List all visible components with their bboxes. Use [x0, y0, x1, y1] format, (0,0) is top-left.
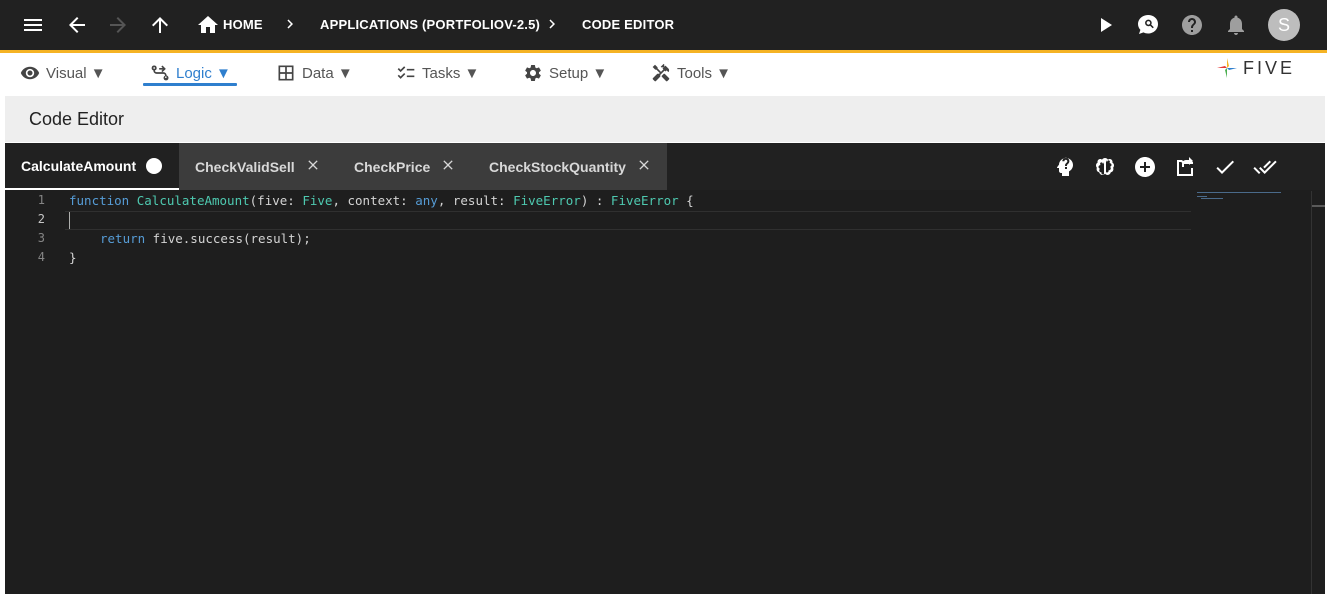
code-line-1[interactable]: function CalculateAmount(five: Five, con…: [69, 193, 694, 208]
menu-icon[interactable]: [21, 13, 45, 37]
brain-icon[interactable]: [1093, 155, 1117, 179]
code-token-type: Five: [302, 193, 333, 208]
code-token: ) :: [580, 193, 611, 208]
double-check-icon[interactable]: [1253, 155, 1277, 179]
code-minimap[interactable]: [1197, 191, 1309, 211]
five-logo: FIVE: [1215, 55, 1307, 81]
tab-label: CalculateAmount: [21, 157, 137, 174]
text-cursor: [69, 212, 70, 229]
menu-data-label: Data ▼: [302, 64, 353, 82]
ai-help-icon[interactable]: [1053, 155, 1077, 179]
code-token-type: FiveError: [610, 193, 679, 208]
menu-setup-label: Setup ▼: [549, 64, 608, 82]
code-line-4[interactable]: }: [69, 250, 77, 265]
menu-tools-label: Tools ▼: [677, 64, 732, 82]
tab-label: CheckPrice: [354, 158, 431, 175]
logo-text: FIVE: [1243, 57, 1296, 78]
eye-icon: [20, 66, 40, 80]
tab-check-price[interactable]: CheckPrice: [339, 143, 474, 190]
close-icon[interactable]: [440, 157, 456, 176]
add-circle-icon[interactable]: [1133, 155, 1157, 179]
table-icon: [278, 65, 294, 81]
unsaved-dot-icon[interactable]: [146, 157, 163, 174]
tab-check-valid-sell[interactable]: CheckValidSell: [179, 143, 339, 190]
breadcrumb-applications[interactable]: APPLICATIONS (PORTFOLIOV-2.5): [320, 17, 540, 32]
forward-arrow-icon[interactable]: [106, 13, 130, 37]
menu-tasks-label: Tasks ▼: [422, 64, 480, 82]
breadcrumb-code-editor[interactable]: CODE EDITOR: [582, 17, 674, 32]
vertical-scrollbar[interactable]: [1311, 191, 1325, 594]
menu-logic[interactable]: Logic ▼: [150, 61, 231, 85]
bell-icon[interactable]: [1224, 13, 1248, 37]
code-editor[interactable]: CalculateAmount CheckValidSell CheckPric…: [5, 143, 1325, 594]
code-token: , context:: [332, 193, 416, 208]
code-token-type: any: [415, 193, 438, 208]
check-icon[interactable]: [1213, 155, 1237, 179]
line-number: 3: [37, 231, 45, 245]
scrollbar-thumb[interactable]: [1312, 205, 1325, 207]
main-menu-bar: Visual ▼ Logic ▼ Data ▼ Tasks ▼ Setup ▼ …: [0, 53, 1327, 95]
code-token: , result:: [437, 193, 514, 208]
close-icon[interactable]: [305, 157, 321, 176]
line-number: 4: [37, 250, 45, 264]
user-avatar[interactable]: S: [1268, 9, 1300, 41]
code-token: (five:: [249, 193, 303, 208]
active-menu-indicator: [143, 83, 237, 86]
back-arrow-icon[interactable]: [65, 13, 89, 37]
editor-tab-bar: CalculateAmount CheckValidSell CheckPric…: [5, 143, 1325, 190]
menu-visual-label: Visual ▼: [46, 64, 106, 82]
page-title: Code Editor: [29, 109, 125, 129]
tab-label: CheckValidSell: [195, 158, 295, 175]
tools-icon: [652, 63, 670, 82]
code-token-function-name: CalculateAmount: [136, 193, 250, 208]
menu-setup[interactable]: Setup ▼: [523, 61, 607, 85]
close-icon[interactable]: [636, 157, 652, 176]
menu-logic-label: Logic ▼: [176, 64, 231, 82]
menu-data[interactable]: Data ▼: [276, 61, 353, 85]
code-token-keyword: function: [69, 193, 130, 208]
menu-visual[interactable]: Visual ▼: [20, 61, 106, 85]
menu-tasks[interactable]: Tasks ▼: [396, 61, 479, 85]
breadcrumb-home[interactable]: HOME: [223, 17, 263, 32]
five-logo-mark-icon: [1217, 58, 1237, 78]
home-icon[interactable]: [196, 13, 220, 37]
page-header: Code Editor: [5, 96, 1325, 142]
checklist-icon: [397, 66, 415, 79]
code-line-3[interactable]: return five.success(result);: [100, 231, 311, 246]
tab-label: CheckStockQuantity: [489, 158, 626, 175]
help-icon[interactable]: [1180, 13, 1204, 37]
line-number: 2: [37, 212, 45, 226]
open-folder-icon[interactable]: [1173, 155, 1197, 179]
line-number: 1: [37, 193, 45, 207]
gear-icon: [525, 65, 541, 81]
code-token-type: FiveError: [513, 193, 581, 208]
code-token: {: [678, 193, 694, 208]
play-icon[interactable]: [1093, 13, 1117, 37]
current-line-highlight: [65, 211, 1191, 230]
search-chat-icon[interactable]: [1136, 13, 1160, 37]
menu-tools[interactable]: Tools ▼: [651, 61, 731, 85]
tab-check-stock-quantity[interactable]: CheckStockQuantity: [474, 143, 667, 190]
up-arrow-icon[interactable]: [148, 13, 172, 37]
chevron-right-icon: [543, 15, 561, 33]
chevron-right-icon: [281, 15, 299, 33]
logic-icon: [151, 65, 169, 81]
tab-calculate-amount[interactable]: CalculateAmount: [5, 143, 179, 190]
code-token-keyword: return: [100, 231, 146, 246]
top-app-bar: HOME APPLICATIONS (PORTFOLIOV-2.5) CODE …: [0, 0, 1327, 50]
code-token: five.success(result);: [145, 231, 311, 246]
